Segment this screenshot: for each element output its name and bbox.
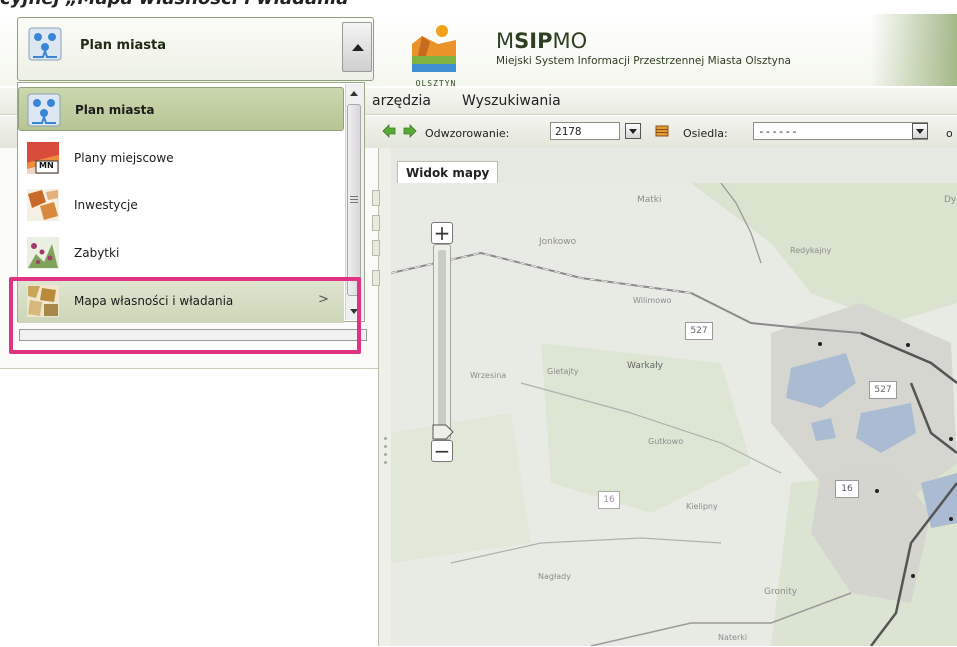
document-caption: cyjnej „Mapa własności i władania” — [0, 0, 470, 8]
splitter-grip — [384, 445, 387, 448]
map-place-label: Gietajty — [547, 367, 579, 376]
splitter-grip — [384, 461, 387, 464]
map-place-label: Matki — [637, 195, 662, 205]
menu-item-search[interactable]: Wyszukiwania — [462, 93, 561, 109]
city-plan-icon — [28, 27, 62, 61]
road-number-badge: 16 — [598, 491, 620, 509]
list-item-city-plan[interactable]: Plan miasta — [18, 87, 344, 131]
map-type-selector[interactable] — [17, 17, 374, 81]
selector-collapse-button[interactable] — [342, 22, 372, 72]
zoom-in-button[interactable]: + — [431, 222, 453, 244]
forward-arrow-icon[interactable] — [403, 124, 417, 138]
map-place-label: Wrzesina — [470, 371, 507, 380]
toolbar-trailing-label: o — [946, 127, 953, 140]
left-panel-lower — [0, 368, 378, 647]
list-item-label: Plan miasta — [75, 103, 155, 117]
map-place-label: Jonkowo — [539, 237, 577, 247]
zoom-slider-handle[interactable] — [432, 424, 454, 440]
scroll-up-arrow-icon[interactable] — [349, 89, 359, 97]
highlight-frame — [9, 277, 361, 354]
list-item-label: Zabytki — [74, 246, 120, 260]
list-scroll-thumb[interactable] — [347, 104, 361, 296]
scroll-grip — [350, 199, 358, 200]
map-place-label: Dy — [944, 195, 957, 205]
selector-current-label: Plan miasta — [80, 38, 167, 53]
zoom-out-button[interactable]: − — [431, 440, 453, 462]
app-name-suffix: MO — [552, 29, 588, 53]
list-item-label: Inwestycje — [74, 198, 138, 212]
scroll-grip — [350, 202, 358, 203]
projection-label: Odwzorowanie: — [425, 127, 510, 140]
investments-icon — [27, 189, 59, 221]
map-canvas[interactable] — [391, 183, 957, 646]
mn-icon-text: MN — [39, 161, 54, 170]
map-place-label: Gronity — [764, 587, 798, 597]
table-icon[interactable] — [655, 124, 669, 138]
app-name-prefix: M — [496, 29, 515, 53]
side-tab[interactable] — [372, 215, 380, 231]
projection-dropdown-button[interactable] — [625, 123, 641, 139]
side-tab[interactable] — [372, 270, 380, 286]
map-place-label: Redykajny — [790, 246, 832, 255]
city-plan-icon — [27, 93, 61, 127]
district-select[interactable]: ------ — [753, 122, 928, 140]
district-label: Osiedla: — [683, 127, 728, 140]
map-place-label: Naterki — [718, 633, 748, 642]
district-dropdown-button[interactable] — [912, 123, 928, 139]
app-name-bold: SIP — [514, 29, 553, 53]
projection-select[interactable]: 2178 — [550, 122, 620, 140]
list-item-local-plans[interactable]: MN Plany miejscowe — [18, 136, 344, 180]
zoom-slider-bar — [438, 250, 446, 430]
splitter-grip — [384, 453, 387, 456]
header-accent — [870, 14, 957, 86]
map-place-label: Nagłady — [538, 572, 571, 581]
map-place-label: Wilimowo — [633, 296, 672, 305]
tab-map-view[interactable]: Widok mapy — [397, 161, 499, 184]
road-number-badge: 527 — [869, 381, 897, 399]
panel-splitter[interactable] — [379, 148, 391, 646]
list-item-monuments[interactable]: Zabytki — [18, 231, 344, 275]
road-number-badge: 527 — [685, 322, 713, 340]
scroll-grip — [350, 196, 358, 197]
map-place-label: Gutkowo — [648, 437, 684, 446]
monuments-icon — [27, 237, 59, 269]
back-arrow-icon[interactable] — [382, 124, 396, 138]
list-item-label: Plany miejscowe — [74, 151, 174, 165]
map-place-label: Kielipny — [686, 502, 718, 511]
list-item-investments[interactable]: Inwestycje — [18, 183, 344, 227]
menu-item-tools[interactable]: arzędzia — [372, 93, 431, 109]
side-tab[interactable] — [372, 190, 380, 206]
app-subtitle: Miejski System Informacji Przestrzennej … — [496, 55, 791, 67]
map-place-label: Warkały — [627, 361, 663, 371]
app-name: MSIPMO — [496, 29, 587, 53]
side-tab[interactable] — [372, 240, 380, 256]
splitter-grip — [384, 437, 387, 440]
road-number-badge: 16 — [835, 480, 859, 498]
logo-caption: OLSZTYN — [415, 79, 457, 88]
